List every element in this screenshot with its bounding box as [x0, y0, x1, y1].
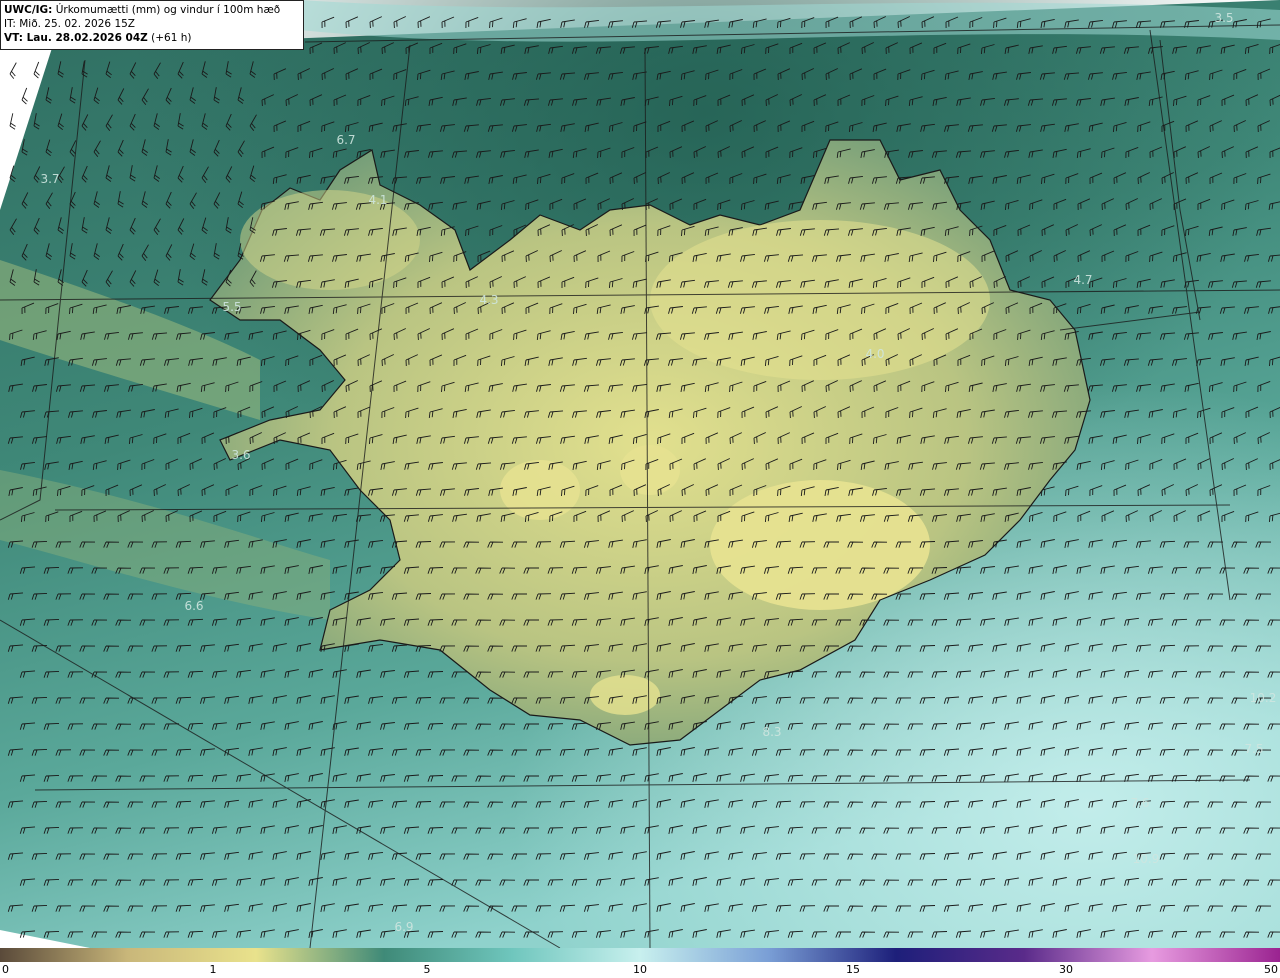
colorbar-tick: 15 [846, 963, 860, 976]
map-header: UWC/IG: Úrkomumætti (mm) og vindur í 100… [0, 0, 304, 50]
map-canvas [0, 0, 1280, 948]
colorbar-tick: 5 [423, 963, 431, 976]
colorbar-tick: 0 [2, 963, 9, 976]
colorbar-tick: 30 [1059, 963, 1073, 976]
colorbar-tick: 50 [1264, 963, 1278, 976]
langjokull-area [500, 460, 580, 520]
colorbar-tick: 1 [209, 963, 217, 976]
lead-time: (+61 h) [147, 32, 192, 44]
forecast-map: UWC/IG: Úrkomumætti (mm) og vindur í 100… [0, 0, 1280, 948]
model-name: UWC/IG: [4, 4, 53, 16]
hofsjokull-area [620, 445, 680, 495]
valid-time: VT: Lau. 28.02.2026 04Z [4, 32, 148, 44]
myrdalsjokull-area [590, 675, 660, 715]
issue-time: IT: Mið. 25. 02. 2026 15Z [4, 18, 135, 30]
valid-time-line: VT: Lau. 28.02.2026 04Z (+61 h) [4, 31, 300, 45]
colorbar [0, 948, 1280, 962]
header-title-line: UWC/IG: Úrkomumætti (mm) og vindur í 100… [4, 3, 300, 17]
colorbar-tick: 10 [633, 963, 647, 976]
map-title: Úrkomumætti (mm) og vindur í 100m hæð [52, 4, 281, 16]
